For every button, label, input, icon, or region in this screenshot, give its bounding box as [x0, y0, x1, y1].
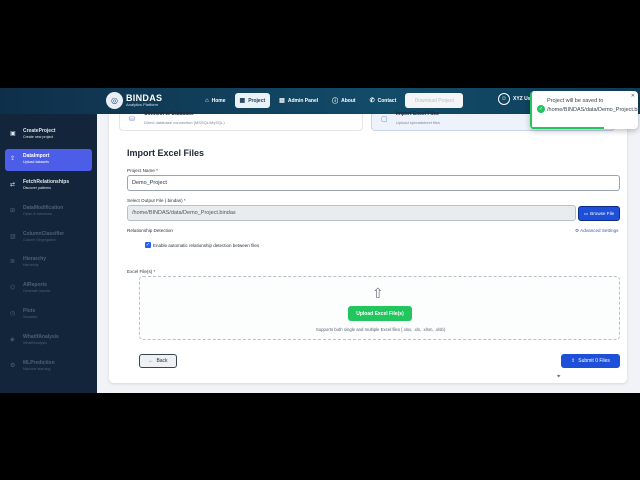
main-nav: ⌂ Home ▦ Project ▤ Admin Panel ⓘ About ✆ Cont… [200, 93, 464, 108]
user-label: XYZ Us [513, 96, 531, 102]
folder-icon: ▭ [583, 210, 589, 216]
sidebar-item-fetchrelationships[interactable]: ⇄ FetchRelationships Discover patterns [5, 175, 92, 197]
auto-detect-checkbox[interactable]: ✓ [145, 242, 151, 248]
ai-reports-icon: ⌬ [10, 285, 16, 291]
gear-icon: ⚙ [575, 228, 580, 233]
sidebar-item-whatifanalysis[interactable]: ◈ WhatIfAnalysis WhatIfAnalysis [5, 330, 92, 352]
project-icon: ▦ [239, 98, 246, 104]
upload-icon: ⇪ [571, 358, 576, 364]
sidebar-item-plots[interactable]: ◷ Plots Visualize [5, 304, 92, 326]
output-file-label: Select Output File (.bindas) * [127, 198, 186, 203]
upload-hint: Supports both single and multiple Excel … [315, 327, 446, 332]
column-classifier-icon: ▥ [10, 234, 16, 240]
sidebar-item-aireports[interactable]: ⌬ AIReports Generate reports [5, 278, 92, 300]
upload-tray-icon: ⇧ [372, 285, 384, 301]
toast-message: Project will be saved to /home/BINDAS/da… [547, 98, 640, 113]
mouse-cursor-icon: ⌖ [557, 374, 561, 380]
sidebar-item-dataimport[interactable]: ⇪ DataImport Upload datasets [5, 149, 92, 171]
nav-project[interactable]: ▦ Project [234, 93, 271, 108]
nav-admin-panel[interactable]: ▤ Admin Panel [274, 93, 323, 108]
sidebar-item-columnclassifier[interactable]: ▥ ColumnClassifier Column Segregation [5, 227, 92, 249]
app-window: ◎ BINDAS Analytics Platform ⌂ Home ▦ Proje… [0, 88, 640, 393]
brand-logo[interactable]: ◎ BINDAS Analytics Platform [106, 92, 162, 109]
import-card: ⛁ Connect to Database Direct database co… [109, 111, 627, 383]
sidebar: ▣ CreateProject Create new project ⇪ Dat… [0, 114, 97, 393]
project-name-label: Project Name * [127, 168, 158, 173]
output-file-input[interactable]: /home/BINDAS/data/Demo_Project.bindas [127, 205, 576, 221]
admin-icon: ▤ [279, 98, 285, 104]
main-content: ⛁ Connect to Database Direct database co… [97, 111, 640, 393]
check-circle-icon: ✓ [537, 105, 545, 113]
browse-file-button[interactable]: ▭ Browse File [578, 206, 620, 221]
what-if-icon: ◈ [10, 337, 15, 343]
file-icon: ▢ [381, 116, 388, 123]
user-menu[interactable]: ☺ XYZ Us [498, 93, 531, 105]
upload-excel-button[interactable]: Upload Excel File(s) [348, 306, 412, 321]
toast-notification: ✓ Project will be saved to /home/BINDAS/… [530, 91, 640, 129]
nav-home[interactable]: ⌂ Home [200, 93, 231, 108]
page-title: Import Excel Files [127, 148, 205, 158]
arrow-left-icon: ← [148, 358, 154, 364]
relationship-detection-label: Relationship Detection [127, 228, 173, 233]
upload-icon: ⇪ [10, 156, 16, 162]
hierarchy-icon: ≣ [10, 259, 16, 265]
advanced-settings-link[interactable]: ⚙ Advanced Settings [575, 228, 618, 234]
file-dropzone[interactable]: ⇧ Upload Excel File(s) Supports both sin… [139, 276, 620, 340]
logo-icon: ◎ [106, 92, 123, 109]
ml-prediction-icon: ⚙ [10, 363, 16, 369]
create-project-icon: ▣ [10, 131, 16, 137]
sidebar-item-datamodification[interactable]: ⊞ DataModification Clean & transform [5, 201, 92, 223]
home-icon: ⌂ [205, 97, 209, 104]
data-modification-icon: ⊞ [10, 208, 16, 214]
sidebar-item-createproject[interactable]: ▣ CreateProject Create new project [5, 124, 92, 146]
info-icon: ⓘ [332, 99, 339, 105]
close-icon[interactable]: ✕ [631, 93, 635, 99]
database-icon: ⛁ [129, 116, 135, 123]
toast-progress [532, 127, 604, 129]
project-name-input[interactable]: Demo_Project [127, 175, 620, 191]
nav-about[interactable]: ⓘ About [327, 93, 360, 108]
option-connect-database[interactable]: ⛁ Connect to Database Direct database co… [119, 111, 363, 131]
submit-button[interactable]: ⇪ Submit 0 Files [561, 354, 620, 368]
phone-icon: ✆ [369, 98, 375, 104]
excel-files-label: Excel File(s) * [127, 269, 156, 274]
relationships-icon: ⇄ [10, 182, 16, 188]
brand-tagline: Analytics Platform [126, 102, 159, 107]
plots-icon: ◷ [10, 311, 16, 317]
nav-contact[interactable]: ✆ Contact [365, 93, 402, 108]
user-avatar-icon: ☺ [498, 93, 510, 105]
auto-detect-label: Enable automatic relationship detection … [153, 243, 260, 248]
download-project-button[interactable]: Download Project [405, 93, 464, 108]
back-button[interactable]: ← Back [139, 354, 177, 368]
sidebar-item-hierarchy[interactable]: ≣ Hierarchy Hierarchy [5, 252, 92, 274]
sidebar-item-mlprediction[interactable]: ⚙ MLPrediction Machine learning [5, 356, 92, 378]
